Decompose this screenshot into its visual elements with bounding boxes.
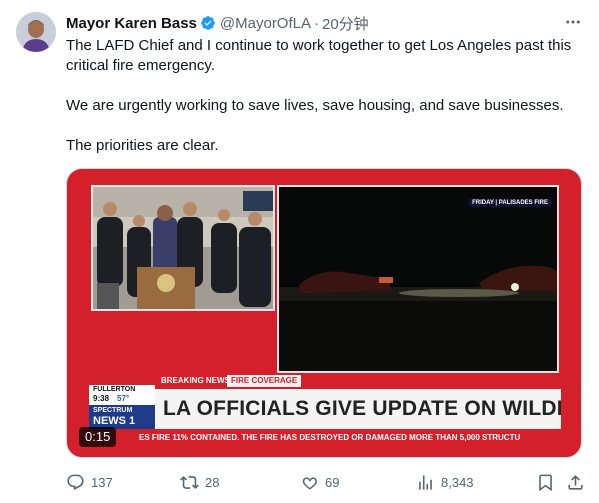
author-handle[interactable]: @MayorOfLA bbox=[220, 15, 311, 32]
views-count: 8,343 bbox=[441, 474, 474, 490]
location-city: FULLERTON bbox=[93, 386, 136, 393]
timestamp[interactable]: 20分钟 bbox=[322, 13, 369, 34]
reply-icon bbox=[67, 474, 84, 490]
right-feed-label: FRIDAY | PALISADES FIRE bbox=[469, 199, 551, 207]
night-helicopter-feed: FRIDAY | PALISADES FIRE bbox=[277, 185, 559, 373]
tweet-actions: 137 28 69 8,343 bbox=[60, 470, 586, 494]
location-temp: 57° bbox=[117, 394, 130, 403]
fire-coverage-tag: FIRE COVERAGE bbox=[227, 375, 302, 387]
tweet-paragraph: We are urgently working to save lives, s… bbox=[66, 97, 564, 114]
heart-icon bbox=[302, 476, 317, 490]
views-button[interactable]: 8,343 bbox=[416, 473, 474, 492]
reply-count: 137 bbox=[91, 474, 113, 490]
share-button[interactable] bbox=[566, 473, 591, 492]
like-button[interactable]: 69 bbox=[300, 473, 339, 492]
network-line2: NEWS 1 bbox=[93, 415, 136, 427]
share-icon bbox=[568, 474, 583, 490]
bookmark-icon bbox=[539, 474, 552, 491]
news-ticker: ES FIRE 11% CONTAINED. THE FIRE HAS DEST… bbox=[89, 429, 561, 445]
press-conference-feed bbox=[91, 185, 275, 311]
network-logo: SPECTRUM NEWS 1 bbox=[89, 405, 155, 429]
verified-badge-icon[interactable] bbox=[200, 15, 216, 31]
reply-button[interactable]: 137 bbox=[66, 473, 113, 492]
news-headline: LA OFFICIALS GIVE UPDATE ON WILDFIRES bbox=[155, 389, 561, 429]
video-duration: 0:15 bbox=[79, 427, 117, 447]
more-options-icon[interactable] bbox=[563, 12, 583, 32]
location-box: FULLERTON 9:38 57° bbox=[89, 385, 155, 405]
bookmark-button[interactable] bbox=[536, 473, 561, 492]
news-lower-third: BREAKING NEWS FIRE COVERAGE LA OFFICIALS… bbox=[89, 373, 561, 445]
bar-chart-icon bbox=[419, 474, 432, 490]
avatar[interactable] bbox=[16, 12, 56, 52]
tweet-paragraph: The priorities are clear. bbox=[66, 137, 219, 154]
author-name[interactable]: Mayor Karen Bass bbox=[66, 15, 197, 32]
separator-dot: · bbox=[314, 14, 319, 32]
retweet-button[interactable]: 28 bbox=[180, 473, 219, 492]
network-line1: SPECTRUM bbox=[93, 407, 133, 414]
video-player[interactable]: FRIDAY | PALISADES FIRE BREAKING NEWS FI… bbox=[66, 168, 582, 458]
tweet-header: Mayor Karen Bass @MayorOfLA · 20分钟 bbox=[66, 13, 585, 33]
breaking-news-tag: BREAKING NEWS bbox=[157, 375, 234, 387]
like-count: 69 bbox=[325, 474, 340, 490]
tweet-paragraph: The LAFD Chief and I continue to work to… bbox=[66, 37, 572, 74]
location-time: 9:38 bbox=[93, 394, 110, 403]
tweet-text: The LAFD Chief and I continue to work to… bbox=[66, 36, 586, 156]
retweet-count: 28 bbox=[205, 474, 220, 490]
retweet-icon bbox=[180, 475, 199, 489]
